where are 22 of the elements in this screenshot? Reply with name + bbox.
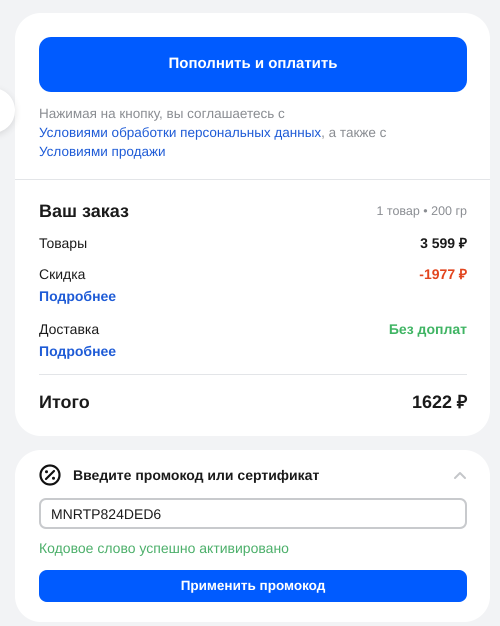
terms-link[interactable]: Условиями обработки персональных данных [39,125,322,140]
order-title: Ваш заказ [39,200,129,223]
details-link[interactable]: Подробнее [39,286,116,307]
success-message: Кодовое слово успешно активировано [39,539,290,558]
pay-button[interactable]: Пополнить и оплатить [39,37,467,92]
apply-promo-button[interactable]: Применить промокод [39,570,467,602]
total-value: 1622 ₽ [412,391,467,414]
row-value: 3 599 ₽ [420,234,467,253]
row-value: Без доплат [388,320,467,339]
terms-link[interactable]: Условиями продажи [39,144,166,159]
discount-icon [39,464,61,486]
consent-text: Нажимая на кнопку, вы соглашаетесь с Условиями обработки персональных данных, а также с Условиями продажи [39,105,388,161]
order-summary: 1 товар • 200 гр [376,203,467,220]
row-label: Товары [39,234,88,253]
promo-code-field[interactable]: MNRTP824DED6 [39,498,467,529]
chevron-icon[interactable] [453,470,467,480]
row-value: -1977 ₽ [419,265,467,284]
details-link[interactable]: Подробнее [39,341,116,362]
promo-title: Введите промокод или сертификат [73,466,320,485]
row-label: Скидка [39,265,86,284]
row-label: Доставка [39,320,100,339]
total-label: Итого [39,391,90,414]
